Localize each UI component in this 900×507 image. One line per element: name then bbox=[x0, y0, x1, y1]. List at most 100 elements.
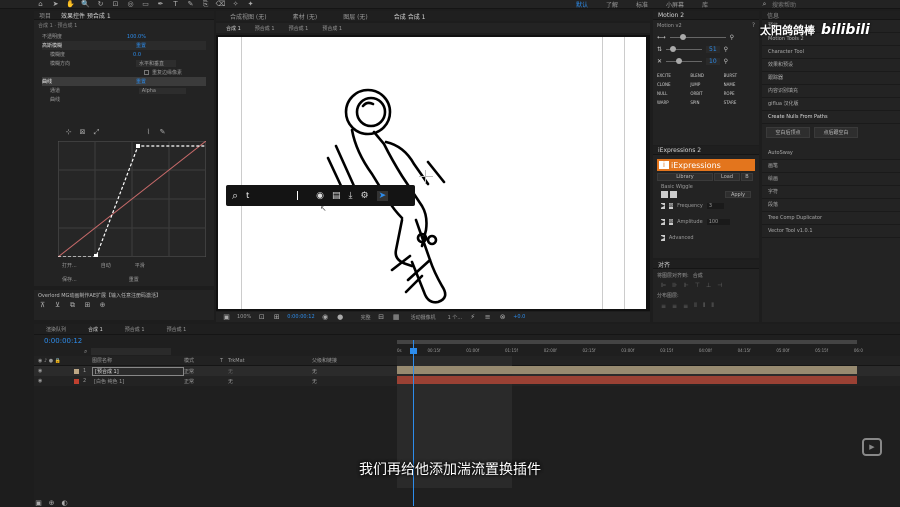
dist-hcenter-icon[interactable]: ⦀ bbox=[703, 302, 706, 310]
channel-select[interactable]: Alpha bbox=[138, 87, 186, 94]
flow-precomp-1c[interactable]: 预合成 1 bbox=[322, 25, 342, 32]
selection-tool-icon[interactable]: ➤ bbox=[51, 0, 60, 8]
curve-expand-icon[interactable]: ⤢ bbox=[92, 128, 101, 136]
pan-behind-icon[interactable]: ◎ bbox=[126, 0, 135, 8]
layer2-name[interactable]: [白色 纯色 1] bbox=[92, 378, 184, 385]
motion2-slider-2[interactable] bbox=[666, 45, 703, 52]
layer1-color-label[interactable] bbox=[74, 368, 79, 374]
curve-bezier-icon[interactable]: ⌇ bbox=[144, 128, 153, 136]
search-input[interactable]: t bbox=[246, 191, 299, 200]
eraser-tool-icon[interactable]: ⌫ bbox=[216, 0, 226, 8]
roi-icon[interactable]: ⊟ bbox=[377, 313, 386, 321]
flowchart-icon[interactable]: ⊗ bbox=[498, 313, 507, 321]
help-search[interactable]: ⌕ 搜索帮助 bbox=[760, 0, 796, 9]
flow-precomp-1a[interactable]: 预合成 1 bbox=[255, 25, 275, 32]
bookmark-icon[interactable] bbox=[661, 191, 668, 198]
hand-tool-icon[interactable]: ✋ bbox=[66, 0, 75, 8]
dist-right-icon[interactable]: ⦀ bbox=[711, 302, 714, 310]
curve-graph[interactable] bbox=[58, 141, 206, 257]
apply-button[interactable]: Apply bbox=[725, 191, 751, 198]
download-icon[interactable]: ⤓ bbox=[349, 191, 353, 201]
clone-tool-icon[interactable]: ⎘ bbox=[201, 0, 210, 8]
col-parent[interactable]: 父级和链接 bbox=[312, 357, 372, 364]
tab-render-queue[interactable]: 渲染队列 bbox=[46, 326, 66, 333]
align-top-icon[interactable]: ⊤ bbox=[695, 282, 700, 289]
blend-button[interactable]: BLEND bbox=[690, 73, 721, 78]
layer1-mode[interactable]: 正常 bbox=[184, 368, 228, 375]
render-time-icon[interactable]: ▣ bbox=[34, 499, 43, 507]
motion2-value-1[interactable]: 51 bbox=[706, 45, 720, 53]
layer2-color-label[interactable] bbox=[74, 378, 79, 384]
clone-button[interactable]: CLONE bbox=[657, 82, 688, 87]
help-icon[interactable] bbox=[670, 191, 677, 198]
time-ruler[interactable]: 0s 00:15f 01:00f 01:15f 02:00f 02:15f 03… bbox=[397, 345, 863, 355]
layer1-duration-bar[interactable] bbox=[397, 366, 857, 374]
curve-open-button[interactable]: 打开... bbox=[62, 262, 77, 269]
layer2-parent[interactable]: 无 bbox=[312, 378, 352, 385]
flow-comp-1[interactable]: 合成 1 bbox=[226, 25, 241, 32]
amplitude-value[interactable]: 100 bbox=[706, 219, 731, 225]
settings-gear-icon[interactable]: ⚙ bbox=[361, 191, 369, 201]
grid-icon[interactable]: ⊞ bbox=[272, 313, 281, 321]
vector-tool-item[interactable]: Vector Tool v1.0.1 bbox=[762, 225, 900, 238]
layer2-mode[interactable]: 正常 bbox=[184, 378, 228, 385]
overlord-layers-icon[interactable]: ⧉ bbox=[68, 301, 77, 309]
align-right-icon[interactable]: ⊩ bbox=[683, 282, 688, 289]
brushes-item[interactable]: 画笔 bbox=[762, 160, 900, 173]
rope-button[interactable]: ROPE bbox=[724, 91, 755, 96]
fx-gaussian-reset[interactable]: 重置 bbox=[136, 42, 146, 49]
workspace-standard[interactable]: 标准 bbox=[636, 0, 648, 9]
nulls-follow-points-button[interactable]: 点后跟空白 bbox=[814, 127, 858, 138]
name-button[interactable]: NAME bbox=[724, 82, 755, 87]
flowchart-toggle-icon[interactable]: ⊕ bbox=[47, 499, 56, 507]
col-t[interactable]: T bbox=[220, 358, 228, 364]
repeat-edge-checkbox[interactable] bbox=[143, 70, 149, 75]
info-tab[interactable]: 信息 bbox=[767, 11, 779, 20]
brush-tool-icon[interactable]: ✎ bbox=[186, 0, 195, 8]
viewer-timecode[interactable]: 0:00:00:12 bbox=[287, 314, 314, 320]
dist-top-icon[interactable]: ≡ bbox=[661, 303, 666, 310]
dist-left-icon[interactable]: ⦀ bbox=[694, 302, 697, 310]
layer1-visibility-icon[interactable]: ◉ bbox=[34, 368, 74, 374]
timeline-search-input[interactable] bbox=[91, 348, 172, 355]
curve-smooth-button[interactable]: 平滑 bbox=[135, 262, 145, 269]
snapshot-icon[interactable]: ◉ bbox=[321, 313, 330, 321]
advanced-label[interactable]: Advanced bbox=[669, 235, 694, 241]
tab-comp-1[interactable]: 合成 合成 1 bbox=[394, 12, 426, 21]
align-left-icon[interactable]: ⊫ bbox=[661, 282, 666, 289]
zoom-select[interactable]: 100% bbox=[237, 314, 251, 320]
prop-blurriness-value[interactable]: 0.0 bbox=[133, 52, 141, 58]
col-mode[interactable]: 模式 bbox=[184, 357, 220, 364]
rotate-tool-icon[interactable]: ↻ bbox=[96, 0, 105, 8]
paint-item[interactable]: 绘画 bbox=[762, 173, 900, 186]
transparency-icon[interactable]: ▦ bbox=[392, 313, 401, 321]
character-item[interactable]: 字符 bbox=[762, 186, 900, 199]
excite-button[interactable]: EXCITE bbox=[657, 73, 688, 78]
tab-layer-none[interactable]: 图层 (无) bbox=[343, 12, 368, 21]
tab-project[interactable]: 项目 bbox=[39, 11, 51, 20]
giflua-item[interactable]: giflua 汉化版 bbox=[762, 98, 900, 111]
spin-button[interactable]: SPIN bbox=[690, 100, 721, 105]
layer2-duration-bar[interactable] bbox=[397, 376, 857, 384]
fast-preview-icon[interactable]: ⚡ bbox=[468, 313, 477, 321]
tree-comp-duplicator-item[interactable]: Tree Comp Duplicator bbox=[762, 212, 900, 225]
rectangle-tool-icon[interactable]: ▭ bbox=[141, 0, 150, 8]
motion2-slider-1[interactable] bbox=[669, 33, 726, 40]
camera-select[interactable]: 活动摄像机 bbox=[411, 314, 436, 321]
slider1-pin-icon[interactable]: ⚲ bbox=[730, 34, 734, 41]
fx-curves-reset[interactable]: 重置 bbox=[136, 78, 146, 85]
points-follow-nulls-button[interactable]: 空白后顶点 bbox=[766, 127, 810, 138]
workspace-small-screen[interactable]: 小屏幕 bbox=[666, 0, 684, 9]
tab-timeline-precomp-1a[interactable]: 预合成 1 bbox=[125, 326, 145, 333]
tab-comp-viewer-none[interactable]: 合成视图 (无) bbox=[230, 12, 267, 21]
curve-reset-icon[interactable]: ⊠ bbox=[78, 128, 87, 136]
frequency-value[interactable]: 3 bbox=[706, 203, 725, 209]
library-tab[interactable]: Library bbox=[657, 173, 713, 181]
align-to-select[interactable]: 合成 bbox=[693, 272, 727, 279]
layer2-visibility-icon[interactable]: ◉ bbox=[34, 378, 74, 384]
prop-blur-direction-select[interactable]: 水平和垂直 bbox=[135, 60, 176, 67]
dist-bottom-icon[interactable]: ≡ bbox=[683, 303, 688, 310]
flow-precomp-1b[interactable]: 预合成 1 bbox=[289, 25, 309, 32]
puppet-tool-icon[interactable]: ✦ bbox=[246, 0, 255, 8]
always-preview-icon[interactable]: ▣ bbox=[222, 313, 231, 321]
